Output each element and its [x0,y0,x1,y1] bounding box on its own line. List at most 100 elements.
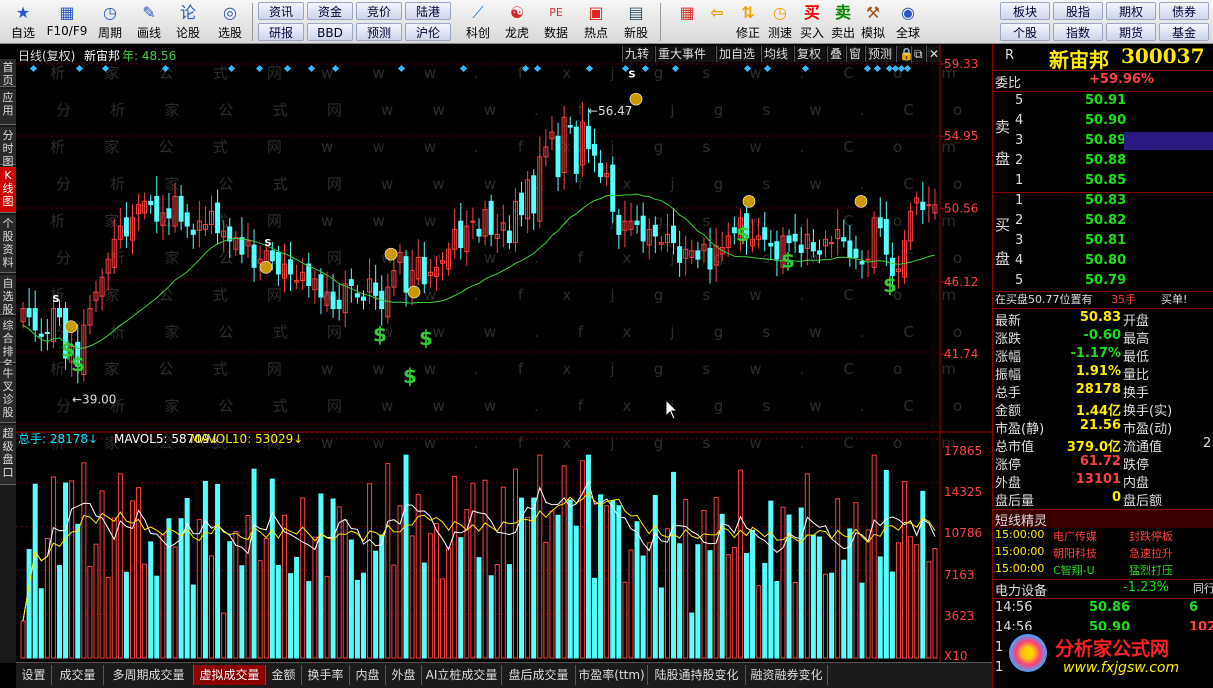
event-marker[interactable] [641,64,650,73]
toolbar-hot-button[interactable]: ▣ 热点 [576,0,616,44]
volume-bar [567,499,573,659]
volume-bar [494,564,500,659]
toolbar-globe-button[interactable]: ◉ 全球 [888,0,928,44]
order-info-text: 在买盘50.77位置有 [995,293,1093,306]
toolbar-market-button[interactable]: 指数 [1053,23,1103,41]
stat-value: -0.60 [1083,328,1121,343]
left-tab-2[interactable]: 分时图 [0,127,16,168]
toolbar-quick-button[interactable]: BBD [307,23,353,41]
event-marker[interactable] [255,64,264,73]
toolbar-market-button[interactable]: 个股 [1000,23,1050,41]
event-marker[interactable] [873,64,882,73]
toolbar-fix-button[interactable]: ⇅ 修正 [732,0,764,44]
event-marker[interactable] [903,64,912,73]
candle-body [38,333,44,338]
event-marker[interactable] [671,64,680,73]
toolbar-speed-button[interactable]: ◷ 测速 [764,0,796,44]
stat-label: 涨跌 [995,332,1022,347]
toolbar-dragon-button[interactable]: ☯ 龙虎 [498,0,536,44]
toolbar-market-button[interactable]: 期权 [1106,2,1156,20]
toolbar-market-button[interactable]: 股指 [1053,2,1103,20]
candle-body [288,259,294,275]
toolbar-separator [660,3,661,41]
event-marker[interactable] [29,64,38,73]
volume-bar [810,534,816,659]
left-tab-8[interactable]: 超级盘口 [0,425,16,485]
short-line-event: 封跌停板 [1129,530,1173,543]
volume-bar [397,505,403,659]
toolbar-kechuang-button[interactable]: ⟋ 科创 [458,0,498,44]
toolbar-buy-button[interactable]: 买买入 [796,0,828,44]
watermark: 分析家公式网www.fxjgsw.Com [56,397,992,415]
toolbar-doc-button[interactable]: ▤ 新股 [616,0,656,44]
indicator-tab-4[interactable]: 金额 [266,665,302,685]
left-tab-3[interactable]: K线图 [0,167,16,213]
indicator-tab-9[interactable]: 盘后成交量 [502,665,576,685]
indicator-tab-5[interactable]: 换手率 [302,665,350,685]
volume-bar [409,535,415,659]
left-tab-4[interactable]: 个股资料 [0,215,16,273]
indicator-tab-1[interactable]: 成交量 [52,665,104,685]
buy-side-label: 买 [995,216,1011,234]
indicator-tab-3[interactable]: 虚拟成交量 [194,665,266,685]
event-marker[interactable] [533,64,542,73]
volume-bar [458,537,464,659]
indicator-tab-6[interactable]: 内盘 [350,665,386,685]
event-marker[interactable] [763,64,772,73]
toolbar-hammer-button[interactable]: ⚒ 模拟 [858,0,888,44]
indicator-tab-8[interactable]: AI立桩成交量 [422,665,502,685]
event-marker[interactable] [459,64,468,73]
kline-chart[interactable]: 分析家公式网www.fxjgsw.Com 分析家公式网www.fxjgsw.Com… [16,44,992,662]
event-marker[interactable] [397,64,406,73]
volume-bar [69,480,75,659]
toolbar-clock-button[interactable]: ◷ 周期 [90,0,130,44]
toolbar-chart-button[interactable]: ◎ 选股 [208,0,252,44]
left-tab-0[interactable]: 首页 [0,59,16,87]
toolbar-pe-button[interactable]: PE 数据 [536,0,576,44]
indicator-tab-7[interactable]: 外盘 [386,665,422,685]
toolbar-market-button[interactable]: 板块 [1000,2,1050,20]
toolbar-market-button[interactable]: 基金 [1159,23,1209,41]
indicator-tab-0[interactable]: 设置 [16,665,52,685]
left-tab-5[interactable]: 自选股 [0,275,16,316]
event-marker[interactable] [75,64,84,73]
toolbar-star-button[interactable]: ★ 自选 [2,0,44,44]
event-marker[interactable] [283,64,292,73]
event-marker[interactable] [585,64,594,73]
left-tab-1[interactable]: 应用 [0,89,16,125]
toolbar-market-button[interactable]: 期货 [1106,23,1156,41]
indicator-tab-10[interactable]: 市盈率(ttm) [576,665,648,685]
toolbar-pencil-button[interactable]: ✎ 画线 [130,0,168,44]
volume-bar [81,462,87,659]
toolbar-quick-button[interactable]: 资金 [307,2,353,20]
toolbar-windows-button[interactable]: ▦ [672,0,702,44]
toolbar-discuss-button[interactable]: 论论股 [168,0,208,44]
toolbar-sell-button[interactable]: 卖卖出 [828,0,858,44]
toolbar-quick-button[interactable]: 资讯 [258,2,304,20]
event-marker[interactable] [227,64,236,73]
event-marker[interactable] [307,64,316,73]
toolbar-market-button[interactable]: 债券 [1159,2,1209,20]
event-marker[interactable] [863,64,872,73]
volume-bar [57,565,63,659]
toolbar-back-button[interactable]: ⇦ [702,0,732,44]
low-price-label: ←39.00 [72,392,116,406]
indicator-tab-12[interactable]: 融资融券变化 [746,665,828,685]
toolbar-label: 自选 [10,26,35,40]
left-tab-6[interactable]: 综合排名 [0,317,16,371]
left-tab-7[interactable]: 牛叉诊股 [0,365,16,423]
candle-body [555,135,561,178]
toolbar-quick-button[interactable]: 预测 [356,23,402,41]
toolbar-quick-button[interactable]: 陆港 [405,2,451,20]
volume-bar [616,505,622,659]
candle-body [877,217,883,229]
indicator-tab-2[interactable]: 多周期成交量 [104,665,194,685]
toolbar-quick-button[interactable]: 竞价 [356,2,402,20]
toolbar-grid-button[interactable]: ▦ F10/F9 [44,0,90,44]
volume-bar [324,575,330,659]
indicator-tab-11[interactable]: 陆股通持股变化 [648,665,746,685]
buy-icon: 买 [803,3,820,22]
price-axis-label: 54.95 [944,129,978,143]
toolbar-quick-button[interactable]: 研报 [258,23,304,41]
toolbar-quick-button[interactable]: 沪伦 [405,23,451,41]
